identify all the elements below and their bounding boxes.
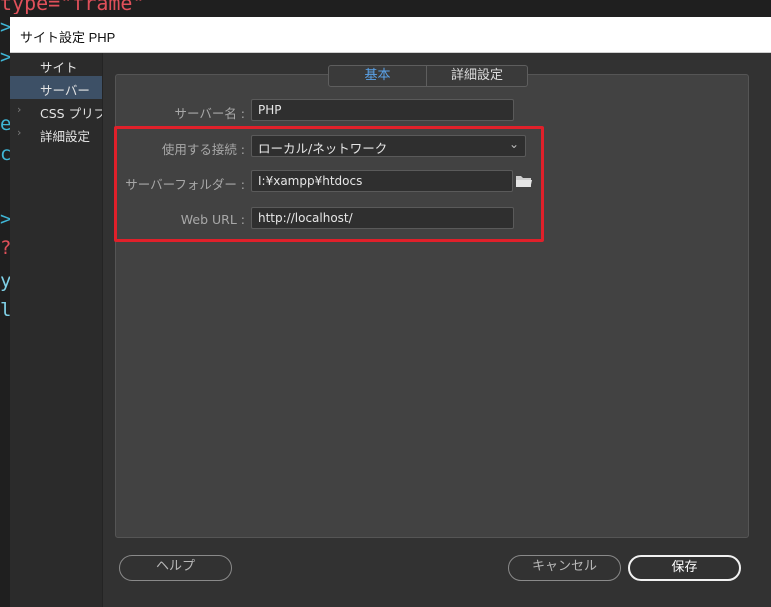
settings-sidebar: サイト サーバー › CSS プリプロセッサー › 詳細設定 [10,53,102,607]
sidebar-item-label: サイト [40,60,78,75]
highlight-box [114,126,544,242]
sidebar-item-label: サーバー [40,83,90,98]
site-settings-dialog: サイト設定 PHP サイト サーバー › CSS プリプロセッサー › 詳細設定… [10,17,771,607]
server-name-label: サーバー名 : [174,106,245,121]
tab-basic[interactable]: 基本 [328,65,427,87]
save-button[interactable]: 保存 [628,555,741,581]
settings-tabs: 基本 詳細設定 [328,65,528,87]
cancel-button[interactable]: キャンセル [508,555,621,581]
chevron-right-icon[interactable]: › [17,126,21,139]
sidebar-item-label: CSS プリプロセッサー [40,106,102,121]
tab-advanced[interactable]: 詳細設定 [427,65,528,87]
dialog-title-bar[interactable]: サイト設定 PHP [10,17,771,53]
help-button[interactable]: ヘルプ [119,555,232,581]
sidebar-item-css-preprocessor[interactable]: › CSS プリプロセッサー [10,99,102,122]
editor-code-line: type="frame" [0,0,145,14]
dialog-title: サイト設定 PHP [20,30,116,45]
sidebar-item-site[interactable]: サイト [10,53,102,76]
sidebar-item-server[interactable]: サーバー [10,76,102,99]
server-name-input[interactable]: PHP [251,99,514,121]
sidebar-item-label: 詳細設定 [40,129,91,144]
sidebar-item-advanced[interactable]: › 詳細設定 [10,122,102,145]
chevron-right-icon[interactable]: › [17,103,21,116]
